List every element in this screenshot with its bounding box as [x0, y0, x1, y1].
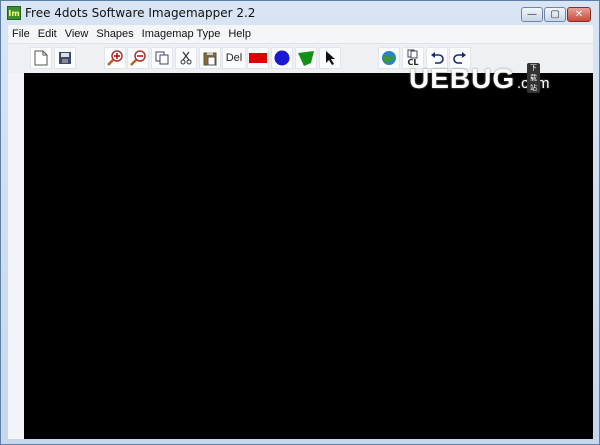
- zoom-in-icon: [107, 50, 123, 66]
- zoom-out-icon: [130, 50, 146, 66]
- pointer-icon: [326, 51, 335, 65]
- title-bar[interactable]: Im Free 4dots Software Imagemapper 2.2 —…: [1, 1, 599, 25]
- web-button[interactable]: [378, 47, 400, 69]
- paste-icon: [203, 51, 217, 65]
- save-icon: [59, 52, 71, 64]
- menu-bar: File Edit View Shapes Imagemap Type Help: [8, 25, 593, 44]
- rectangle-shape-button[interactable]: [247, 47, 269, 69]
- minimize-button[interactable]: —: [521, 7, 543, 22]
- menu-imagemap-type[interactable]: Imagemap Type: [138, 25, 225, 43]
- copy-button[interactable]: [151, 47, 173, 69]
- delete-button[interactable]: Del: [222, 47, 246, 69]
- image-canvas[interactable]: [24, 73, 593, 439]
- app-window: Im Free 4dots Software Imagemapper 2.2 —…: [0, 0, 600, 445]
- menu-help[interactable]: Help: [224, 25, 255, 43]
- watermark-logo: UEBUG: [409, 63, 516, 94]
- cut-icon: [180, 51, 192, 65]
- web-icon: [382, 51, 396, 65]
- circle-shape-icon: [274, 50, 290, 66]
- save-button[interactable]: [54, 47, 76, 69]
- polygon-shape-icon: [298, 51, 314, 66]
- close-button[interactable]: ✕: [567, 7, 591, 22]
- rectangle-shape-icon: [249, 53, 267, 63]
- canvas-area: [8, 73, 593, 439]
- circle-shape-button[interactable]: [271, 47, 293, 69]
- menu-edit[interactable]: Edit: [34, 25, 61, 43]
- new-document-button[interactable]: [30, 47, 52, 69]
- window-title: Free 4dots Software Imagemapper 2.2: [25, 6, 256, 20]
- app-icon: Im: [7, 6, 21, 20]
- menu-file[interactable]: File: [8, 25, 34, 43]
- menu-view[interactable]: View: [61, 25, 93, 43]
- watermark-tag: 下载站: [527, 63, 540, 93]
- zoom-out-button[interactable]: [127, 47, 149, 69]
- zoom-in-button[interactable]: [104, 47, 126, 69]
- pointer-button[interactable]: [319, 47, 341, 69]
- new-document-icon: [34, 50, 48, 66]
- polygon-shape-button[interactable]: [295, 47, 317, 69]
- paste-button[interactable]: [199, 47, 221, 69]
- menu-shapes[interactable]: Shapes: [92, 25, 137, 43]
- cut-button[interactable]: [175, 47, 197, 69]
- copy-icon: [155, 51, 169, 65]
- maximize-button[interactable]: ▢: [544, 7, 566, 22]
